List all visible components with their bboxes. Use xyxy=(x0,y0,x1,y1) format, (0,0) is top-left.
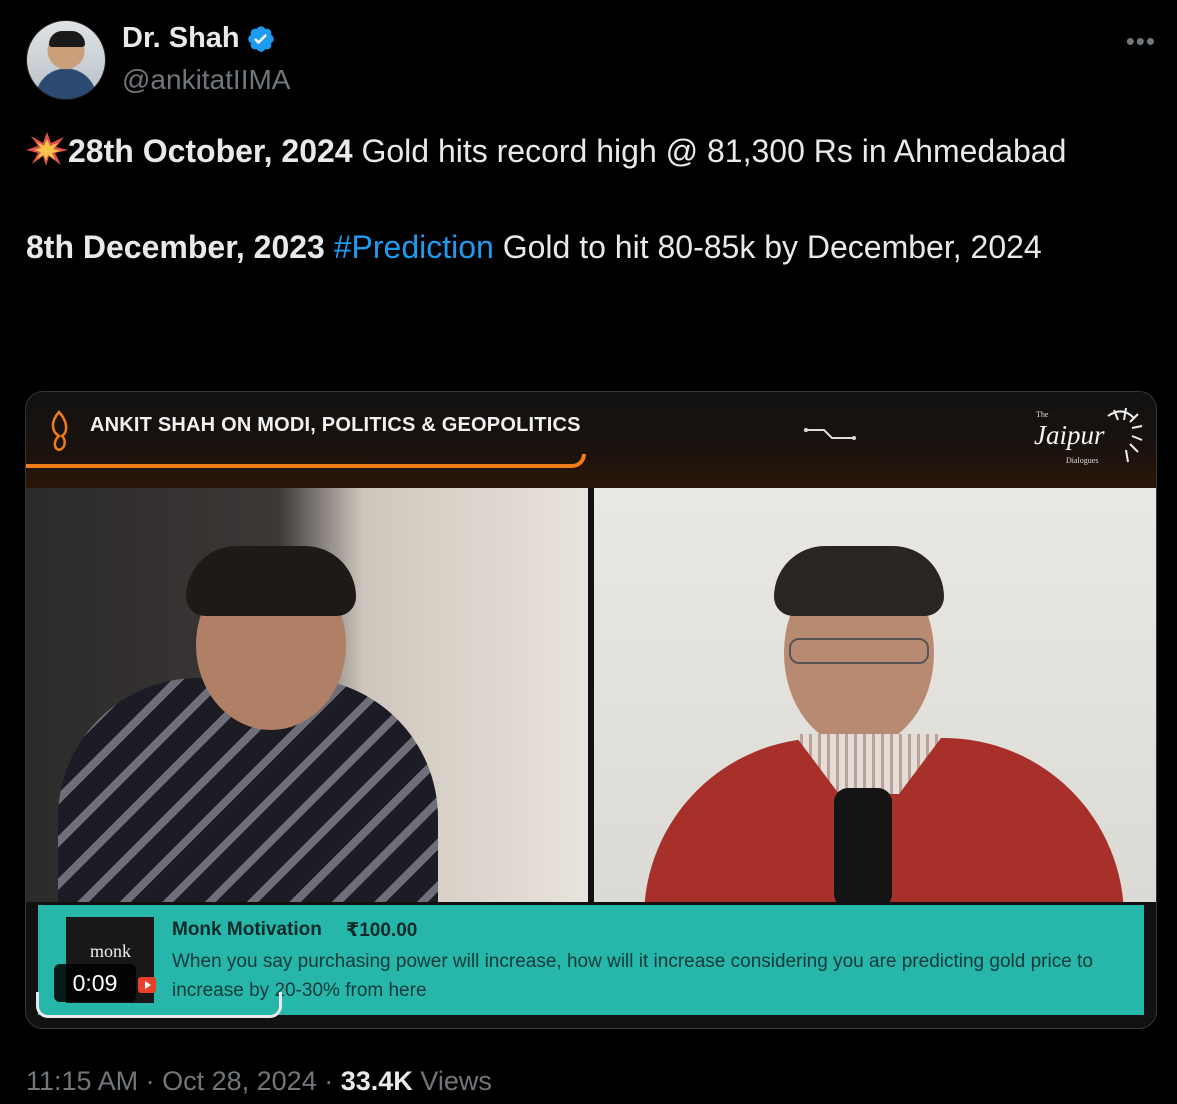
more-horizontal-icon[interactable]: ••• xyxy=(1126,26,1156,57)
comment-amount: ₹100.00 xyxy=(346,920,418,941)
author-name-row: Dr. Shah xyxy=(122,22,276,55)
tweet-text-1: Gold hits record high @ 81,300 Rs in Ahm… xyxy=(352,133,1067,169)
tweet-time[interactable]: 11:15 AM xyxy=(26,1066,138,1096)
youtube-icon xyxy=(138,977,156,993)
verified-badge-icon[interactable] xyxy=(246,24,276,54)
avatar[interactable] xyxy=(26,20,106,100)
video-duration: 0:09 xyxy=(54,964,136,1002)
sun-icon xyxy=(1107,407,1143,463)
views-count: 33.4K xyxy=(340,1066,413,1096)
video-left-speaker xyxy=(26,488,588,902)
hashtag-link[interactable]: #Prediction xyxy=(334,229,494,265)
tweet-header: Dr. Shah @ankitatIIMA ••• xyxy=(26,20,1156,100)
tweet-text-2: Gold to hit 80-85k by December, 2024 xyxy=(493,229,1042,265)
tweet-date[interactable]: Oct 28, 2024 xyxy=(162,1066,317,1096)
tweet-footer: 11:15 AM · Oct 28, 2024 · 33.4K Views xyxy=(26,1066,492,1097)
banner-accent-line xyxy=(26,454,586,468)
date-bold-2: 8th December, 2023 xyxy=(26,229,325,265)
waveform-icon xyxy=(804,428,856,440)
tweet-paragraph-2: 8th December, 2023 #Prediction Gold to h… xyxy=(26,223,1126,271)
date-bold-1: 28th October, 2024 xyxy=(68,133,353,169)
video-banner: ANKIT SHAH ON MODI, POLITICS & GEOPOLITI… xyxy=(26,392,1156,488)
video-player[interactable]: ANKIT SHAH ON MODI, POLITICS & GEOPOLITI… xyxy=(25,391,1157,1029)
separator: · xyxy=(145,1066,155,1096)
comment-text: When you say purchasing power will incre… xyxy=(172,951,1093,1001)
jaipur-dialogues-logo: The Jaipur Dialogues xyxy=(1026,404,1146,474)
video-banner-title: ANKIT SHAH ON MODI, POLITICS & GEOPOLITI… xyxy=(90,414,581,436)
collision-emoji-icon xyxy=(26,132,68,166)
comment-author: Monk Motivation xyxy=(172,919,322,940)
flame-logo-icon xyxy=(51,410,68,452)
separator: · xyxy=(324,1066,334,1096)
tweet-text: 28th October, 2024 Gold hits record high… xyxy=(26,127,1126,271)
user-handle[interactable]: @ankitatIIMA xyxy=(122,64,290,96)
views-label: Views xyxy=(420,1066,492,1096)
microphone-icon xyxy=(834,788,892,902)
video-right-speaker xyxy=(594,488,1156,902)
tweet-paragraph-1: 28th October, 2024 Gold hits record high… xyxy=(26,127,1126,175)
display-name[interactable]: Dr. Shah xyxy=(122,22,240,55)
